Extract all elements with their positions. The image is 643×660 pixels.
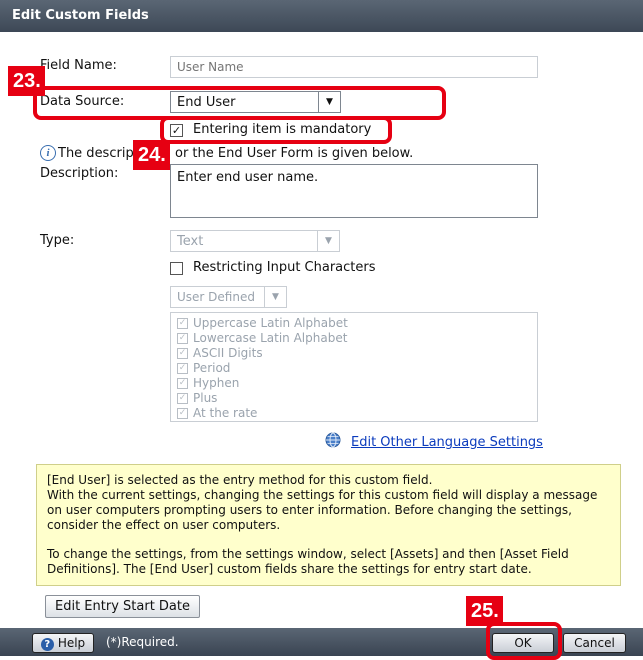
required-note: (*)Required.	[106, 635, 179, 649]
description-label: Description:	[40, 166, 119, 181]
field-name-label: Field Name:	[40, 58, 117, 73]
help-label: Help	[57, 636, 86, 650]
annotation-highlight-24	[160, 116, 392, 144]
char-option-checkbox[interactable]: ✓	[177, 363, 188, 374]
help-icon: ?	[40, 638, 54, 651]
char-option[interactable]: ✓ At the rate	[177, 406, 531, 421]
notice-line-2: With the current settings, changing the …	[47, 488, 598, 532]
char-option-label: Hyphen	[193, 376, 240, 390]
char-option[interactable]: ✓ ASCII Digits	[177, 346, 531, 361]
type-value: Text	[177, 234, 204, 249]
char-option-checkbox[interactable]: ✓	[177, 378, 188, 389]
info-text-end: or the End User Form is given below.	[175, 146, 414, 161]
char-option-label: Plus	[193, 391, 218, 405]
char-option[interactable]: ✓ Plus	[177, 391, 531, 406]
char-option[interactable]: ✓ Hyphen	[177, 376, 531, 391]
char-option-checkbox[interactable]: ✓	[177, 318, 188, 329]
restrict-label: Restricting Input Characters	[193, 260, 376, 275]
char-option[interactable]: ✓ Uppercase Latin Alphabet	[177, 316, 531, 331]
description-value: Enter end user name.	[177, 170, 319, 185]
annotation-highlight-23	[33, 86, 446, 120]
char-options-list: ✓ Uppercase Latin Alphabet ✓ Lowercase Lat…	[170, 312, 538, 422]
char-option-label: Period	[193, 361, 231, 375]
char-option-label: Lowercase Latin Alphabet	[193, 331, 348, 345]
char-option-label: Uppercase Latin Alphabet	[193, 316, 348, 330]
globe-icon	[325, 432, 341, 448]
annotation-step-23: 23.	[8, 66, 45, 96]
description-textarea[interactable]: Enter end user name.	[170, 164, 538, 218]
help-button[interactable]: ? Help	[32, 633, 94, 653]
annotation-step-24: 24.	[133, 140, 170, 170]
char-option-checkbox[interactable]: ✓	[177, 333, 188, 344]
field-name-input[interactable]	[170, 56, 538, 78]
char-option-label: ASCII Digits	[193, 346, 263, 360]
char-option[interactable]: ✓ Period	[177, 361, 531, 376]
edit-entry-start-date-button[interactable]: Edit Entry Start Date	[45, 595, 200, 618]
char-option-checkbox[interactable]: ✓	[177, 348, 188, 359]
char-option-label: At the rate	[193, 406, 258, 420]
annotation-highlight-25	[486, 622, 562, 660]
annotation-step-25: 25.	[466, 596, 503, 626]
type-select[interactable]: Text ▼	[170, 230, 340, 252]
cancel-button[interactable]: Cancel	[563, 633, 626, 653]
info-text-start: The descrip	[58, 146, 134, 161]
type-label: Type:	[40, 233, 75, 248]
notice-line-3: To change the settings, from the setting…	[47, 547, 569, 576]
char-option-checkbox[interactable]: ✓	[177, 408, 188, 419]
info-icon: i	[40, 145, 56, 161]
chevron-down-icon: ▼	[317, 231, 339, 251]
dialog-title: Edit Custom Fields	[0, 0, 643, 32]
restrict-checkbox[interactable]	[170, 262, 183, 275]
notice-box: [End User] is selected as the entry meth…	[36, 464, 621, 586]
notice-line-1: [End User] is selected as the entry meth…	[47, 473, 433, 487]
char-option[interactable]: ✓ Lowercase Latin Alphabet	[177, 331, 531, 346]
charset-select[interactable]: User Defined ▼	[170, 286, 287, 308]
char-option-checkbox[interactable]: ✓	[177, 393, 188, 404]
chevron-down-icon: ▼	[264, 287, 286, 307]
charset-value: User Defined	[177, 290, 255, 304]
edit-other-language-link[interactable]: Edit Other Language Settings	[351, 435, 543, 450]
